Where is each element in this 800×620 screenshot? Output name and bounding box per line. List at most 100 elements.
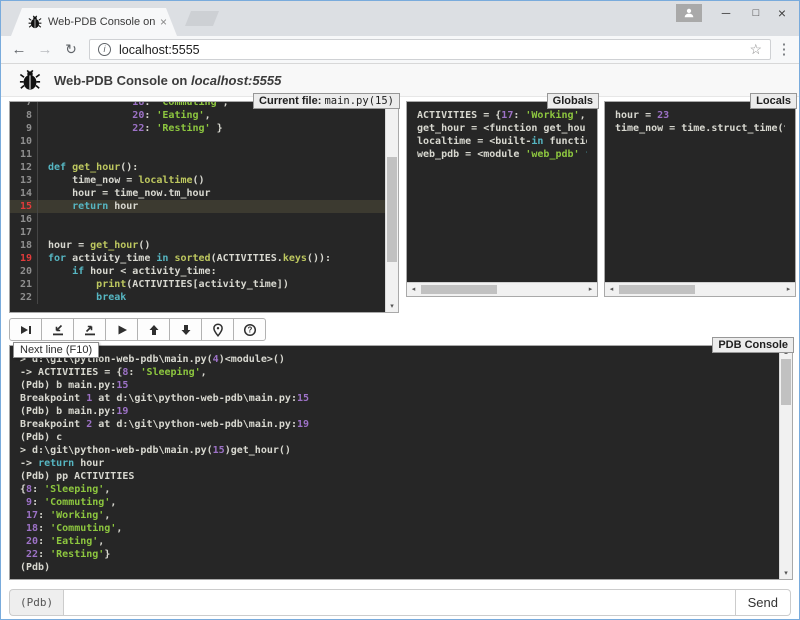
step-out-button[interactable] [73,318,106,341]
url-text[interactable]: localhost:5555 [119,43,200,57]
console-line: Breakpoint 1 at d:\git\python-web-pdb\ma… [20,392,769,405]
next-line-button[interactable] [9,318,42,341]
console-line: Breakpoint 2 at d:\git\python-web-pdb\ma… [20,418,769,431]
code-line[interactable]: 10 [10,135,385,148]
address-bar[interactable]: i localhost:5555 ☆ [89,39,771,60]
profile-button[interactable] [676,4,702,22]
line-number-gutter[interactable]: 22 [10,291,38,304]
console-line: 20: 'Eating', [20,535,769,548]
tab-close-icon[interactable]: × [160,15,167,29]
browser-menu-icon[interactable]: ⋮ [773,36,795,63]
breakpoint-gutter[interactable]: 15 [10,200,38,213]
minimize-button[interactable]: ─ [711,1,741,25]
reload-icon[interactable]: ↻ [59,36,83,63]
code-line[interactable]: 9 22: 'Resting' } [10,122,385,135]
current-file-label-prefix: Current file: [259,95,321,107]
scrollbar-thumb[interactable] [387,157,397,262]
scroll-down-icon[interactable]: ▾ [780,568,792,578]
console-line: (Pdb) [20,561,769,574]
code-line[interactable]: 12def get_hour(): [10,161,385,174]
command-input[interactable] [63,589,736,616]
pdb-console-body: > d:\git\python-web-pdb\main.py(4)<modul… [9,345,793,580]
page-info-icon[interactable]: i [98,43,111,56]
stack-up-button[interactable] [137,318,170,341]
locals-label: Locals [750,93,797,109]
line-number-gutter[interactable]: 14 [10,187,38,200]
browser-tab[interactable]: Web-PDB Console on loc × [11,8,177,36]
scroll-down-icon[interactable]: ▾ [386,301,398,311]
code-line[interactable]: 11 [10,148,385,161]
command-row: (Pdb) Send [9,589,791,616]
scroll-left-icon[interactable]: ◂ [605,283,618,296]
code-line[interactable]: 13 time_now = localtime() [10,174,385,187]
help-button[interactable]: ? [233,318,266,341]
person-icon [683,7,695,19]
bookmark-star-icon[interactable]: ☆ [749,41,762,58]
send-button[interactable]: Send [736,589,791,616]
line-number-gutter[interactable]: 12 [10,161,38,174]
web-pdb-page: Web-PDB Console on localhost:5555 Curren… [1,64,799,619]
console-line: (Pdb) b main.py:19 [20,405,769,418]
code-text: print(ACTIVITIES[activity_time]) [38,278,289,291]
breakpoint-gutter[interactable]: 19 [10,252,38,265]
page-title-host: localhost:5555 [191,73,281,88]
continue-button[interactable] [105,318,138,341]
scrollbar-thumb[interactable] [781,359,791,405]
line-number-gutter[interactable]: 16 [10,213,38,226]
line-number-gutter[interactable]: 17 [10,226,38,239]
stack-down-button[interactable] [169,318,202,341]
line-number-gutter[interactable]: 10 [10,135,38,148]
scroll-right-icon[interactable]: ▸ [584,283,597,296]
close-button[interactable]: × [767,1,797,25]
code-vertical-scrollbar[interactable]: ▾ [385,102,398,312]
code-text: 20: 'Eating', [38,109,211,122]
back-icon[interactable]: ← [7,36,31,63]
current-file-panel: Current file: main.py(15) 7 18: 'Commuti… [9,101,399,313]
code-line[interactable]: 14 hour = time_now.tm_hour [10,187,385,200]
console-line: -> return hour [20,457,769,470]
new-tab-button[interactable] [185,11,219,26]
stack-up-icon [147,323,161,337]
console-line: 17: 'Working', [20,509,769,522]
code-line[interactable]: 15 return hour [10,200,385,213]
code-line[interactable]: 8 20: 'Eating', [10,109,385,122]
scrollbar-thumb[interactable] [619,285,695,294]
line-number-gutter[interactable]: 21 [10,278,38,291]
where-button[interactable] [201,318,234,341]
scrollbar-thumb[interactable] [421,285,497,294]
scroll-left-icon[interactable]: ◂ [407,283,420,296]
code-line[interactable]: 21 print(ACTIVITIES[activity_time]) [10,278,385,291]
line-number-gutter[interactable]: 20 [10,265,38,278]
code-line[interactable]: 19for activity_time in sorted(ACTIVITIES… [10,252,385,265]
globals-horizontal-scrollbar[interactable]: ◂ ▸ [407,282,597,296]
code-line[interactable]: 17 [10,226,385,239]
code-line[interactable]: 16 [10,213,385,226]
variable-line: web_pdb = <module 'web_pdb' from ' [417,148,587,161]
code-text: def get_hour(): [38,161,138,174]
code-line[interactable]: 22 break [10,291,385,304]
console-line: > d:\git\python-web-pdb\main.py(15)get_h… [20,444,769,457]
line-number-gutter[interactable]: 9 [10,122,38,135]
bug-favicon-icon [28,15,42,29]
line-number-gutter[interactable]: 18 [10,239,38,252]
locals-horizontal-scrollbar[interactable]: ◂ ▸ [605,282,795,296]
continue-icon [115,323,129,337]
console-vertical-scrollbar[interactable]: ▴ ▾ [779,346,792,579]
browser-toolbar: ← → ↻ i localhost:5555 ☆ [1,36,799,64]
variable-line: localtime = <built-in function localtime… [417,135,587,148]
locals-lines: hour = 23time_now = time.struct_time(tm_… [605,102,795,282]
current-file-label: Current file: main.py(15) [253,93,400,109]
globals-lines: ACTIVITIES = {17: 'Working', 18: 'Commut… [407,102,597,282]
step-into-button[interactable] [41,318,74,341]
line-number-gutter[interactable]: 7 [10,101,38,109]
line-number-gutter[interactable]: 8 [10,109,38,122]
code-line[interactable]: 20 if hour < activity_time: [10,265,385,278]
variable-line: ACTIVITIES = {17: 'Working', 18: 'Commut… [417,109,587,122]
console-line: (Pdb) c [20,431,769,444]
scroll-right-icon[interactable]: ▸ [782,283,795,296]
code-line[interactable]: 18hour = get_hour() [10,239,385,252]
code-text [38,148,48,161]
line-number-gutter[interactable]: 11 [10,148,38,161]
line-number-gutter[interactable]: 13 [10,174,38,187]
code-lines: 7 18: 'Commuting',8 20: 'Eating',9 22: '… [10,101,385,304]
